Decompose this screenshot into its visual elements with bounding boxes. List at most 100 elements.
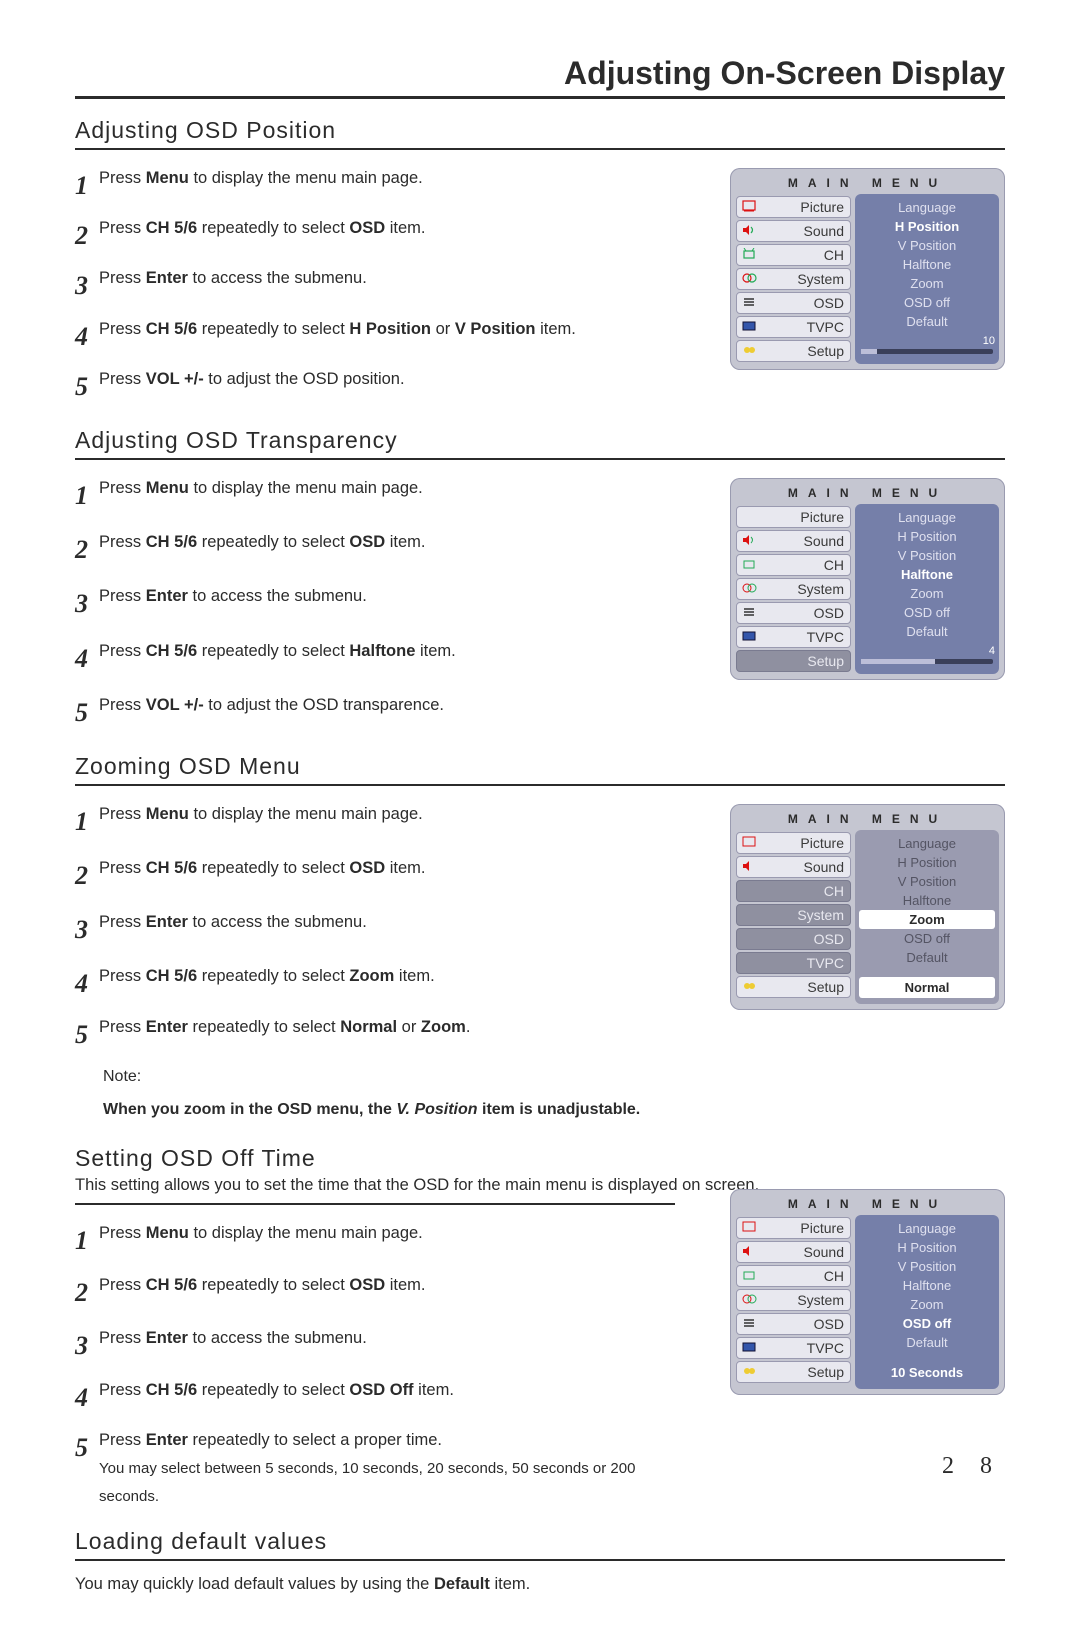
osd-mi-label: Picture <box>800 835 844 851</box>
system-icon <box>741 582 759 596</box>
osd-sub-item: V Position <box>859 546 995 565</box>
ch-icon <box>741 884 759 898</box>
section-title-zoom: Zooming OSD Menu <box>75 753 1005 780</box>
osd-sub-item: Halftone <box>859 891 995 910</box>
osd-sub-item: Default <box>859 1333 995 1352</box>
section-title-offtime: Setting OSD Off Time <box>75 1145 1005 1172</box>
osd-sub-item: V Position <box>859 236 995 255</box>
step-number: 5 <box>75 1013 99 1057</box>
step-text: Press CH 5/6 repeatedly to select OSD it… <box>99 528 659 556</box>
osd-sub-item-selected: Zoom <box>859 910 995 929</box>
osd-value-bar <box>861 659 935 664</box>
section-rule <box>75 784 1005 786</box>
osd-icon <box>741 606 759 620</box>
section-rule <box>75 1559 1005 1561</box>
section-title-default: Loading default values <box>75 1528 1005 1555</box>
osd-mi-label: System <box>797 1292 844 1308</box>
picture-icon <box>741 200 759 214</box>
step-number: 4 <box>75 1376 99 1420</box>
osd-mi-label: TVPC <box>807 629 844 645</box>
osd-sub-item: Zoom <box>859 584 995 603</box>
step-number: 1 <box>75 164 99 208</box>
osd-mi-label: TVPC <box>807 319 844 335</box>
osd-mi-label: OSD <box>814 931 844 947</box>
note-text: When you zoom in the OSD menu, the V. Po… <box>75 1096 675 1123</box>
osd-sub-item-selected: OSD off <box>859 1314 995 1333</box>
osd-mi-label: System <box>797 907 844 923</box>
osd-mi-label: System <box>797 271 844 287</box>
picture-icon <box>741 510 759 524</box>
step-text: Press Enter to access the submenu. <box>99 264 659 292</box>
step-number: 1 <box>75 1219 99 1263</box>
system-icon <box>741 1293 759 1307</box>
osd-sub-item: Language <box>859 834 995 853</box>
osd-sub-item: V Position <box>859 872 995 891</box>
step-text: Press CH 5/6 repeatedly to select OSD it… <box>99 854 659 882</box>
section-rule <box>75 458 1005 460</box>
osd-mi-label: OSD <box>814 1316 844 1332</box>
setup-icon <box>741 344 759 358</box>
system-icon <box>741 272 759 286</box>
osd-mi-label: TVPC <box>807 1340 844 1356</box>
step-text: Press Menu to display the menu main page… <box>99 164 659 192</box>
paragraph: You may quickly load default values by u… <box>75 1575 815 1594</box>
section-title-position: Adjusting OSD Position <box>75 117 1005 144</box>
ch-icon <box>741 248 759 262</box>
step-number: 2 <box>75 1271 99 1315</box>
osd-sub-item: Halftone <box>859 255 995 274</box>
step-text: Press CH 5/6 repeatedly to select OSD it… <box>99 214 659 242</box>
step-number: 1 <box>75 800 99 844</box>
tvpc-icon <box>741 320 759 334</box>
osd-mi-label: Setup <box>807 979 844 995</box>
tvpc-icon <box>741 630 759 644</box>
osd-main-menu: Picture Sound CH System OSD TVPC Setup <box>736 504 851 674</box>
osd-mi-label: Sound <box>804 1244 844 1260</box>
osd-value: 4 <box>989 645 995 657</box>
osd-card-4: MAIN MENU Picture Sound CH System OSD TV… <box>730 1189 1005 1395</box>
osd-value-bar <box>861 349 877 354</box>
sound-icon <box>741 860 759 874</box>
osd-header: MAIN MENU <box>736 174 999 194</box>
step-number: 2 <box>75 854 99 898</box>
osd-card-2: MAIN MENU Picture Sound CH System OSD TV… <box>730 478 1005 680</box>
osd-zoom-value: Normal <box>859 977 995 998</box>
osd-sub-item: H Position <box>859 853 995 872</box>
osd-sub-item: H Position <box>859 1238 995 1257</box>
step-number: 4 <box>75 962 99 1006</box>
osd-header: MAIN MENU <box>736 1195 999 1215</box>
osd-sub-item: OSD off <box>859 929 995 948</box>
osd-icon <box>741 932 759 946</box>
step-number: 3 <box>75 908 99 952</box>
step-text: Press Enter repeatedly to select a prope… <box>99 1426 659 1510</box>
osd-sub-item: Halftone <box>859 1276 995 1295</box>
osd-icon <box>741 296 759 310</box>
step-text: Press Menu to display the menu main page… <box>99 800 659 828</box>
osd-sub-item: Zoom <box>859 274 995 293</box>
section-intro: This setting allows you to set the time … <box>75 1176 815 1195</box>
osd-sub-item: Default <box>859 948 995 967</box>
step-text: Press CH 5/6 repeatedly to select Halfto… <box>99 637 659 665</box>
step-number: 4 <box>75 315 99 359</box>
osd-mi-label: TVPC <box>807 955 844 971</box>
osd-mi-label: CH <box>824 247 844 263</box>
step-number: 3 <box>75 1324 99 1368</box>
osd-mi-label: OSD <box>814 295 844 311</box>
page-number: 2 8 <box>942 1453 1002 1480</box>
section-title-transparency: Adjusting OSD Transparency <box>75 427 1005 454</box>
tvpc-icon <box>741 1341 759 1355</box>
step-text: Press CH 5/6 repeatedly to select OSD it… <box>99 1271 659 1299</box>
setup-icon <box>741 654 759 668</box>
osd-submenu: Language H Position V Position Halftone … <box>855 194 999 364</box>
osd-mi-label: Picture <box>800 509 844 525</box>
step-text: Press Enter repeatedly to select Normal … <box>99 1013 659 1041</box>
osd-sub-item: Language <box>859 508 995 527</box>
system-icon <box>741 908 759 922</box>
tvpc-icon <box>741 956 759 970</box>
osd-mi-label: System <box>797 581 844 597</box>
step-text: Press Enter to access the submenu. <box>99 582 659 610</box>
osd-off-value: 10 Seconds <box>859 1362 995 1383</box>
ch-icon <box>741 558 759 572</box>
section-rule <box>75 148 1005 150</box>
osd-main-menu: Picture Sound CH System OSD TVPC Setup <box>736 194 851 364</box>
step-number: 3 <box>75 264 99 308</box>
